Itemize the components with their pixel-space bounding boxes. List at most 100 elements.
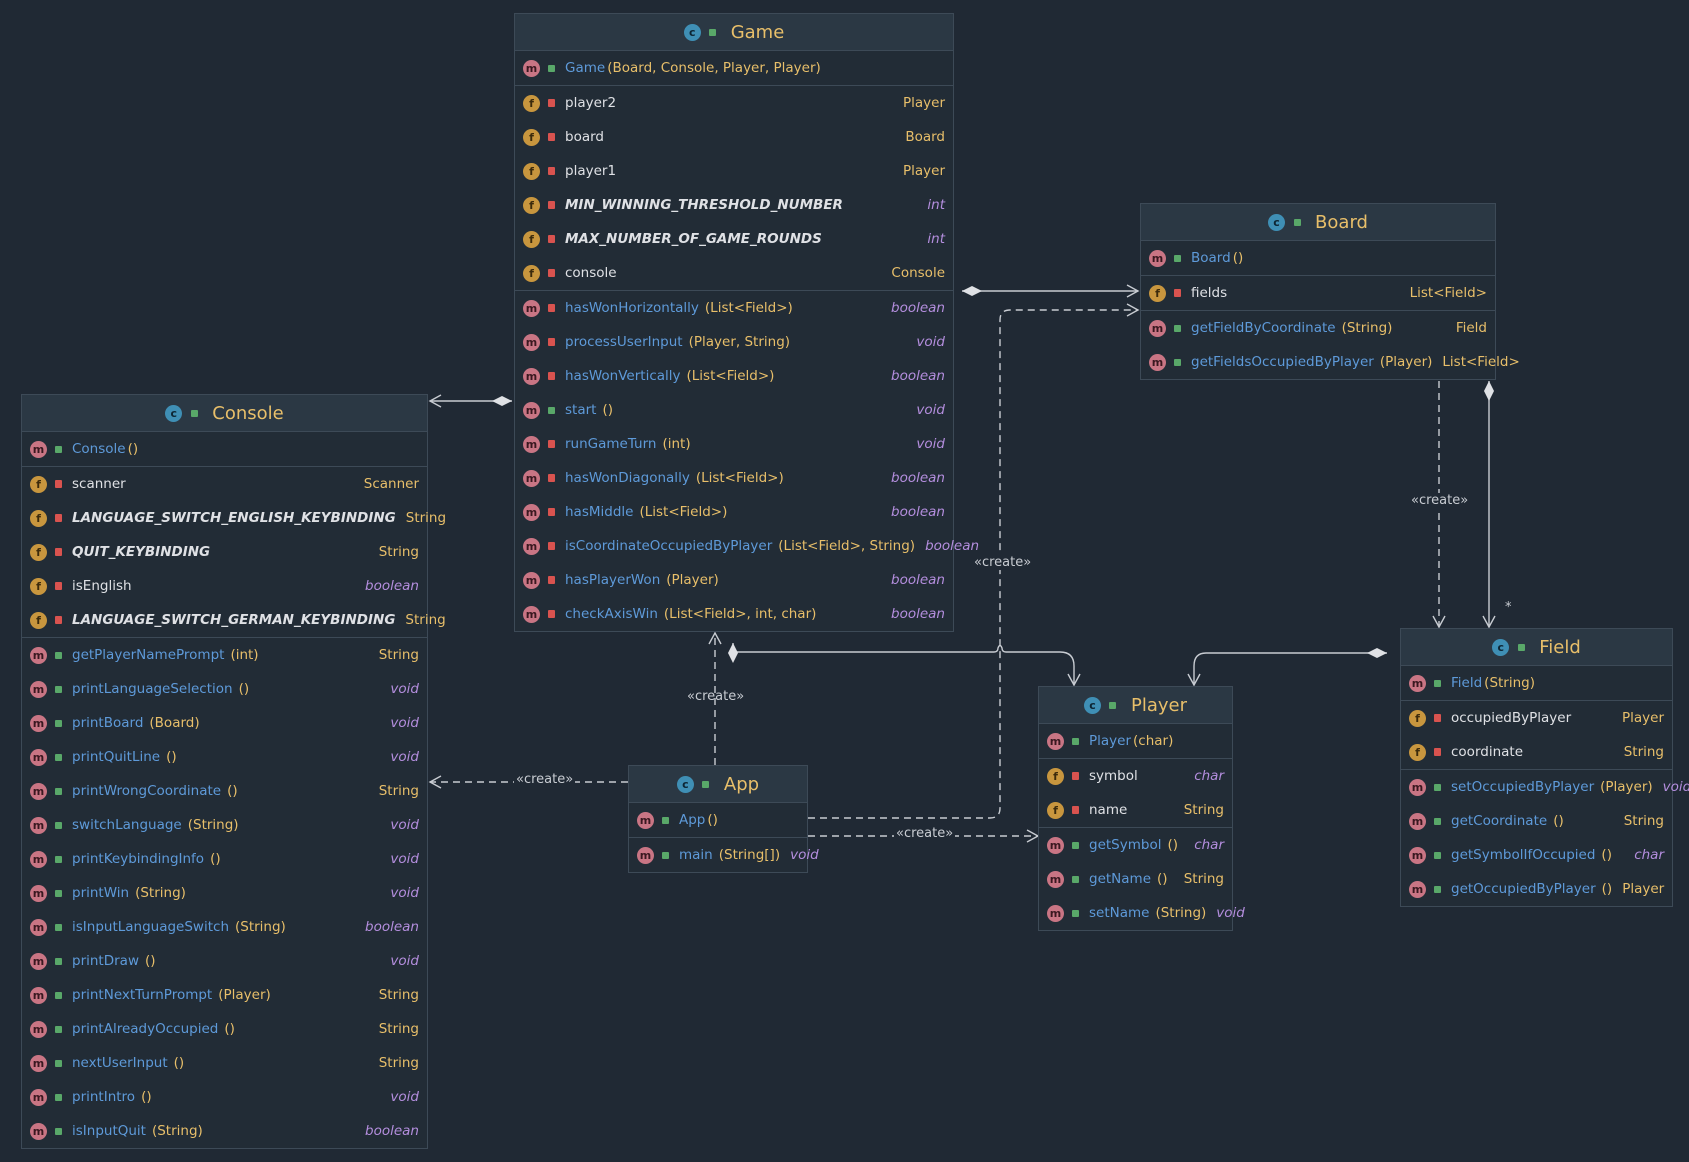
method-row[interactable]: m getSymbolIfOccupied () char xyxy=(1401,838,1672,872)
private-lock-icon xyxy=(1069,804,1081,816)
public-visibility-icon xyxy=(1431,781,1443,793)
type-label: void xyxy=(916,334,945,350)
field-row[interactable]: f occupiedByPlayer Player xyxy=(1401,700,1672,735)
method-row[interactable]: m getFieldByCoordinate (String) Field xyxy=(1141,310,1495,345)
type-label: String xyxy=(1623,744,1664,760)
type-label: char xyxy=(1194,768,1224,784)
field-row[interactable]: f player2 Player xyxy=(515,85,953,120)
type-label: char xyxy=(1634,847,1664,863)
type-label: boolean xyxy=(891,606,945,622)
method-icon: m xyxy=(1409,778,1426,796)
method-row[interactable]: m hasWonDiagonally (List<Field>) boolean xyxy=(515,461,953,495)
method-row[interactable]: m hasPlayerWon (Player) boolean xyxy=(515,563,953,597)
class-console[interactable]: c Console m Console() f scanner Scanner f LANGUA… xyxy=(21,394,446,1149)
field-row[interactable]: f isEnglish boolean xyxy=(22,569,427,603)
class-header[interactable]: c Game xyxy=(515,14,953,51)
method-row[interactable]: m start () void xyxy=(515,393,953,427)
type-label: boolean xyxy=(891,368,945,384)
method-row[interactable]: m printBoard (Board) void xyxy=(22,706,427,740)
class-icon: c xyxy=(676,775,694,793)
field-row[interactable]: f symbol char xyxy=(1039,758,1232,793)
game-player-composition xyxy=(728,643,1081,687)
class-board[interactable]: c Board m Board() f fields List<Field> m getFiel… xyxy=(1140,203,1520,380)
method-row[interactable]: m printWrongCoordinate () String xyxy=(22,774,427,808)
method-icon: m xyxy=(30,1122,47,1140)
method-row[interactable]: m Game (Board, Console, Player, Player) xyxy=(515,51,953,85)
method-row[interactable]: m Player (char) xyxy=(1039,724,1232,758)
method-row[interactable]: m checkAxisWin (List<Field>, int, char) boo… xyxy=(515,597,953,631)
method-params: (List<Field>) xyxy=(686,368,775,384)
method-row[interactable]: m getCoordinate () String xyxy=(1401,804,1672,838)
method-params: () xyxy=(1167,837,1179,853)
public-visibility-icon xyxy=(1171,356,1183,368)
method-row[interactable]: m printIntro () void xyxy=(22,1080,427,1114)
method-row[interactable]: m printAlreadyOccupied () String xyxy=(22,1012,427,1046)
method-row[interactable]: m processUserInput (Player, String) void xyxy=(515,325,953,359)
method-row[interactable]: m runGameTurn (int) void xyxy=(515,427,953,461)
field-row[interactable]: f MIN_WINNING_THRESHOLD_NUMBER int xyxy=(515,188,953,222)
field-row[interactable]: f LANGUAGE_SWITCH_GERMAN_KEYBINDING String xyxy=(22,603,446,637)
method-row[interactable]: m Board() xyxy=(1141,241,1495,275)
field-row[interactable]: f scanner Scanner xyxy=(22,466,427,501)
method-row[interactable]: m hasMiddle (List<Field>) boolean xyxy=(515,495,953,529)
method-row[interactable]: m getPlayerNamePrompt (int) String xyxy=(22,637,427,672)
method-row[interactable]: m nextUserInput () String xyxy=(22,1046,427,1080)
method-name: isInputLanguageSwitch xyxy=(72,919,229,935)
method-name: isInputQuit xyxy=(72,1123,146,1139)
class-player[interactable]: c Player m Player (char) f symbol char f name Stri… xyxy=(1038,686,1245,931)
field-row[interactable]: f LANGUAGE_SWITCH_ENGLISH_KEYBINDING Strin… xyxy=(22,501,446,535)
method-params: (int) xyxy=(662,436,691,452)
type-label: void xyxy=(390,1089,419,1105)
field-icon: f xyxy=(523,128,540,146)
method-row[interactable]: m switchLanguage (String) void xyxy=(22,808,427,842)
method-icon: m xyxy=(523,299,540,317)
class-header[interactable]: c App xyxy=(629,766,807,803)
field-row[interactable]: f fields List<Field> xyxy=(1141,275,1495,310)
method-row[interactable]: m printDraw () void xyxy=(22,944,427,978)
method-row[interactable]: m setName (String) void xyxy=(1039,896,1245,930)
method-row[interactable]: m hasWonVertically (List<Field>) boolean xyxy=(515,359,953,393)
field-row[interactable]: f name String xyxy=(1039,793,1232,827)
method-row[interactable]: m setOccupiedByPlayer (Player) void xyxy=(1401,769,1689,804)
method-row[interactable]: m getOccupiedByPlayer () Player xyxy=(1401,872,1672,906)
class-app[interactable]: c App m App() m main (String[]) void xyxy=(628,765,819,873)
method-row[interactable]: m Console() xyxy=(22,432,427,466)
public-visibility-icon xyxy=(545,404,557,416)
method-params: (char) xyxy=(1133,733,1174,749)
method-row[interactable]: m printQuitLine () void xyxy=(22,740,427,774)
class-header[interactable]: c Player xyxy=(1039,687,1232,724)
class-header[interactable]: c Board xyxy=(1141,204,1495,241)
field-row[interactable]: f MAX_NUMBER_OF_GAME_ROUNDS int xyxy=(515,222,953,256)
field-row[interactable]: f console Console xyxy=(515,256,953,290)
method-row[interactable]: m isInputQuit (String) boolean xyxy=(22,1114,427,1148)
type-label: Console xyxy=(891,265,945,281)
class-header[interactable]: c Field xyxy=(1401,629,1672,666)
class-game[interactable]: c Game m Game (Board, Console, Player, Playe… xyxy=(514,13,979,632)
field-row[interactable]: f player1 Player xyxy=(515,154,953,188)
method-row[interactable]: m Field (String) xyxy=(1401,666,1672,700)
type-label: String xyxy=(378,544,419,560)
class-header[interactable]: c Console xyxy=(22,395,427,432)
method-row[interactable]: m printLanguageSelection () void xyxy=(22,672,427,706)
field-row[interactable]: f coordinate String xyxy=(1401,735,1672,769)
method-row[interactable]: m printWin (String) void xyxy=(22,876,427,910)
method-row[interactable]: m getFieldsOccupiedByPlayer (Player) List<F… xyxy=(1141,345,1520,379)
method-row[interactable]: m hasWonHorizontally (List<Field>) boolean xyxy=(515,290,953,325)
type-label: boolean xyxy=(365,578,419,594)
method-row[interactable]: m printKeybindingInfo () void xyxy=(22,842,427,876)
method-row[interactable]: m getSymbol () char xyxy=(1039,827,1232,862)
method-row[interactable]: m getName () String xyxy=(1039,862,1232,896)
method-name: printDraw xyxy=(72,953,139,969)
field-icon: f xyxy=(1409,743,1426,761)
type-label: List<Field> xyxy=(1442,354,1520,370)
method-row[interactable]: m isCoordinateOccupiedByPlayer (List<Field… xyxy=(515,529,979,563)
field-row[interactable]: f board Board xyxy=(515,120,953,154)
method-params: () xyxy=(1232,250,1244,266)
method-row[interactable]: m App() xyxy=(629,803,807,837)
field-name: console xyxy=(565,265,617,281)
class-field[interactable]: c Field m Field (String) f occupiedByPlayer Pla… xyxy=(1400,628,1689,907)
method-row[interactable]: m main (String[]) void xyxy=(629,837,819,872)
method-row[interactable]: m printNextTurnPrompt (Player) String xyxy=(22,978,427,1012)
method-row[interactable]: m isInputLanguageSwitch (String) boolean xyxy=(22,910,427,944)
field-row[interactable]: f QUIT_KEYBINDING String xyxy=(22,535,427,569)
